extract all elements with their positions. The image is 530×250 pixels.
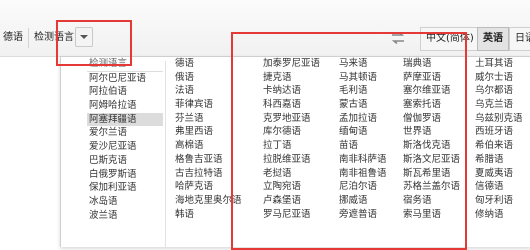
language-item-selected[interactable]: 阿塞拜疆语 bbox=[87, 112, 163, 127]
language-item[interactable]: 冰岛语 bbox=[87, 195, 163, 209]
language-item[interactable]: 罗马尼亚语 bbox=[261, 208, 333, 222]
language-item[interactable]: 俄语 bbox=[173, 71, 253, 85]
language-item[interactable]: 世界语 bbox=[401, 125, 473, 139]
language-item[interactable]: 旁遮普语 bbox=[337, 208, 401, 222]
language-item[interactable]: 保加利亚语 bbox=[87, 181, 163, 195]
language-item[interactable]: 孟加拉语 bbox=[337, 112, 401, 126]
language-item[interactable]: 立陶宛语 bbox=[261, 180, 333, 194]
language-column: 马来语 马其顿语 毛利语 蒙古语 孟加拉语 缅甸语 苗语 南非科萨语 南非祖鲁语… bbox=[337, 57, 401, 221]
language-item[interactable]: 马其顿语 bbox=[337, 71, 401, 85]
language-item[interactable]: 修纳语 bbox=[473, 208, 530, 222]
language-item[interactable]: 弗里西语 bbox=[173, 125, 253, 139]
language-item[interactable]: 马来语 bbox=[337, 57, 401, 71]
language-item[interactable]: 阿姆哈拉语 bbox=[87, 99, 163, 113]
language-item[interactable]: 僧伽罗语 bbox=[401, 112, 473, 126]
language-item[interactable]: 乌尔都语 bbox=[473, 84, 530, 98]
language-item[interactable]: 高棉语 bbox=[173, 139, 253, 153]
source-lang-button[interactable]: 德语 bbox=[0, 29, 26, 47]
column-divider bbox=[165, 61, 166, 247]
language-item[interactable]: 阿拉伯语 bbox=[87, 85, 163, 99]
language-item[interactable]: 芬兰语 bbox=[173, 112, 253, 126]
language-item[interactable]: 斯洛伐克语 bbox=[401, 139, 473, 153]
language-item[interactable]: 克罗地亚语 bbox=[261, 112, 333, 126]
language-item[interactable]: 土耳其语 bbox=[473, 57, 530, 71]
target-lang-chinese-button[interactable]: 中文(简体) bbox=[420, 27, 480, 51]
language-item[interactable]: 乌克兰语 bbox=[473, 98, 530, 112]
language-column-left: 检测语言 阿尔巴尼亚语 阿拉伯语 阿姆哈拉语 阿塞拜疆语 爱尔兰语 爱沙尼亚语 … bbox=[87, 57, 163, 222]
language-item[interactable]: 德语 bbox=[173, 57, 253, 71]
language-item[interactable]: 爱沙尼亚语 bbox=[87, 140, 163, 154]
language-item[interactable]: 瑞典语 bbox=[401, 57, 473, 71]
language-item[interactable]: 匈牙利语 bbox=[473, 194, 530, 208]
language-item[interactable]: 苏格兰盖尔语 bbox=[401, 180, 473, 194]
language-item[interactable]: 加泰罗尼亚语 bbox=[261, 57, 333, 71]
language-item[interactable]: 老挝语 bbox=[261, 167, 333, 181]
language-item[interactable]: 阿尔巴尼亚语 bbox=[87, 72, 163, 86]
detect-language-item[interactable]: 检测语言 bbox=[87, 57, 163, 72]
target-lang-english-button[interactable]: 英语 bbox=[477, 27, 509, 51]
language-item[interactable]: 科西嘉语 bbox=[261, 98, 333, 112]
language-item[interactable]: 缅甸语 bbox=[337, 125, 401, 139]
language-item[interactable]: 宿务语 bbox=[401, 194, 473, 208]
language-item[interactable]: 白俄罗斯语 bbox=[87, 168, 163, 182]
language-item[interactable]: 南非科萨语 bbox=[337, 153, 401, 167]
language-dropdown-panel: 检测语言 阿尔巴尼亚语 阿拉伯语 阿姆哈拉语 阿塞拜疆语 爱尔兰语 爱沙尼亚语 … bbox=[60, 56, 530, 247]
language-item[interactable]: 希腊语 bbox=[473, 153, 530, 167]
toolbar-divider bbox=[28, 28, 29, 48]
language-item[interactable]: 波兰语 bbox=[87, 209, 163, 223]
language-item[interactable]: 希伯来语 bbox=[473, 139, 530, 153]
language-item[interactable]: 斯瓦希里语 bbox=[401, 167, 473, 181]
language-item[interactable]: 南非祖鲁语 bbox=[337, 167, 401, 181]
language-item[interactable]: 乌兹别克语 bbox=[473, 112, 530, 126]
language-item[interactable]: 塞索托语 bbox=[401, 98, 473, 112]
language-item[interactable]: 库尔德语 bbox=[261, 125, 333, 139]
language-item[interactable]: 卢森堡语 bbox=[261, 194, 333, 208]
language-item[interactable]: 拉脱维亚语 bbox=[261, 153, 333, 167]
language-item[interactable]: 拉丁语 bbox=[261, 139, 333, 153]
language-column: 瑞典语 萨摩亚语 塞尔维亚语 塞索托语 僧伽罗语 世界语 斯洛伐克语 斯洛文尼亚… bbox=[401, 57, 473, 221]
translate-toolbar: 德语 检测语言 中文(简体) 英语 日语 bbox=[0, 0, 530, 57]
language-item[interactable]: 海地克里奥尔语 bbox=[173, 194, 253, 208]
language-item[interactable]: 斯洛文尼亚语 bbox=[401, 153, 473, 167]
language-item[interactable]: 信德语 bbox=[473, 180, 530, 194]
language-item[interactable]: 古吉拉特语 bbox=[173, 167, 253, 181]
detect-language-button[interactable]: 检测语言 bbox=[31, 29, 77, 47]
language-item[interactable]: 挪威语 bbox=[337, 194, 401, 208]
language-item[interactable]: 尼泊尔语 bbox=[337, 180, 401, 194]
language-item[interactable]: 韩语 bbox=[173, 208, 253, 222]
language-item[interactable]: 捷克语 bbox=[261, 71, 333, 85]
language-column: 加泰罗尼亚语 捷克语 卡纳达语 科西嘉语 克罗地亚语 库尔德语 拉丁语 拉脱维亚… bbox=[261, 57, 333, 221]
language-item[interactable]: 索马里语 bbox=[401, 208, 473, 222]
source-language-dropdown[interactable] bbox=[75, 27, 93, 47]
language-item[interactable]: 塞尔维亚语 bbox=[401, 84, 473, 98]
language-item[interactable]: 威尔士语 bbox=[473, 71, 530, 85]
language-item[interactable]: 菲律宾语 bbox=[173, 98, 253, 112]
language-item[interactable]: 萨摩亚语 bbox=[401, 71, 473, 85]
language-column: 土耳其语 威尔士语 乌尔都语 乌克兰语 乌兹别克语 西班牙语 希伯来语 希腊语 … bbox=[473, 57, 530, 221]
language-item[interactable]: 毛利语 bbox=[337, 84, 401, 98]
language-column: 德语 俄语 法语 菲律宾语 芬兰语 弗里西语 高棉语 格鲁吉亚语 古吉拉特语 哈… bbox=[173, 57, 253, 221]
target-lang-japanese-button[interactable]: 日语 bbox=[509, 27, 530, 51]
language-item[interactable]: 西班牙语 bbox=[473, 125, 530, 139]
language-item[interactable]: 苗语 bbox=[337, 139, 401, 153]
language-item[interactable]: 格鲁吉亚语 bbox=[173, 153, 253, 167]
language-item[interactable]: 哈萨克语 bbox=[173, 180, 253, 194]
language-item[interactable]: 蒙古语 bbox=[337, 98, 401, 112]
language-item[interactable]: 爱尔兰语 bbox=[87, 126, 163, 140]
chevron-down-icon bbox=[80, 35, 88, 39]
swap-languages-icon[interactable] bbox=[391, 32, 405, 44]
language-item[interactable]: 法语 bbox=[173, 84, 253, 98]
language-item[interactable]: 卡纳达语 bbox=[261, 84, 333, 98]
language-item[interactable]: 夏威夷语 bbox=[473, 167, 530, 181]
language-item[interactable]: 巴斯克语 bbox=[87, 154, 163, 168]
